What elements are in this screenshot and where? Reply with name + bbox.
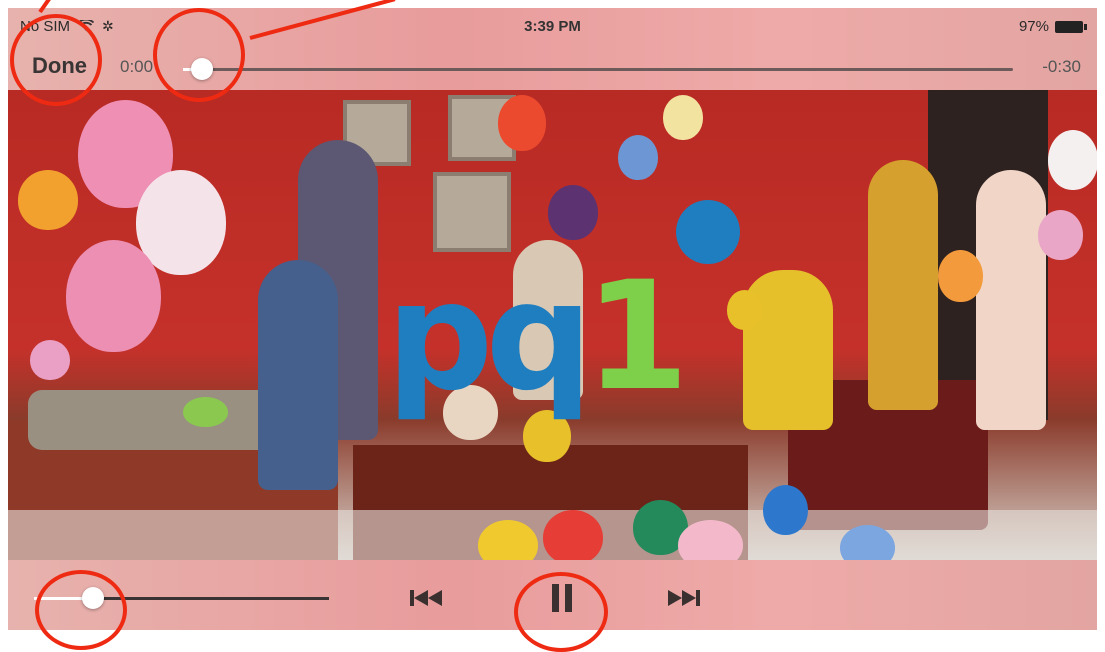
battery-icon (1055, 20, 1087, 33)
balloon (763, 485, 808, 535)
balloon (618, 135, 658, 180)
scrubber-track[interactable] (183, 58, 1013, 80)
video-player-screen: No SIM ✲ 3:39 PM 97% Done 0:00 -0:30 pq1 (8, 8, 1097, 630)
skip-back-button[interactable] (408, 582, 444, 614)
balloon (727, 290, 762, 330)
person (976, 170, 1046, 430)
logo-dot (676, 200, 740, 264)
top-controls: Done 0:00 -0:30 (8, 44, 1097, 90)
balloon (30, 340, 70, 380)
carrier-label: No SIM (20, 18, 71, 35)
balloon (548, 185, 598, 240)
video-frame[interactable]: pq1 (8, 90, 1097, 560)
volume-slider-thumb[interactable] (82, 587, 104, 609)
person (258, 260, 338, 490)
skip-forward-icon (667, 588, 701, 608)
status-left: No SIM ✲ (20, 18, 114, 35)
activity-spinner-icon: ✲ (102, 18, 114, 34)
status-time: 3:39 PM (524, 18, 581, 35)
status-right: 97% (1018, 18, 1087, 35)
balloon (498, 95, 546, 151)
balloon (543, 510, 603, 560)
balloon (663, 95, 703, 140)
balloon (1038, 210, 1083, 260)
wall-picture (433, 172, 511, 252)
balloon (183, 397, 228, 427)
channel-logo: pq1 (386, 262, 689, 412)
person (868, 160, 938, 410)
balloon (938, 250, 983, 302)
logo-number: 1 (584, 250, 689, 424)
remaining-time: -0:30 (1042, 57, 1081, 76)
wifi-icon (77, 18, 95, 35)
scrubber-thumb[interactable] (191, 58, 213, 80)
logo-letters: pq (386, 250, 593, 424)
skip-forward-button[interactable] (666, 582, 702, 614)
pause-icon (550, 583, 574, 613)
status-bar: No SIM ✲ 3:39 PM 97% (8, 8, 1097, 42)
pause-button[interactable] (546, 582, 578, 614)
elapsed-time: 0:00 (120, 57, 154, 76)
skip-back-icon (409, 588, 443, 608)
person (743, 270, 833, 430)
balloon (1048, 130, 1097, 190)
volume-slider-track[interactable] (34, 587, 329, 609)
done-button[interactable]: Done (32, 53, 87, 79)
balloon (66, 240, 161, 352)
balloon (18, 170, 78, 230)
battery-percent: 97% (1018, 18, 1049, 35)
bottom-controls (8, 560, 1097, 630)
